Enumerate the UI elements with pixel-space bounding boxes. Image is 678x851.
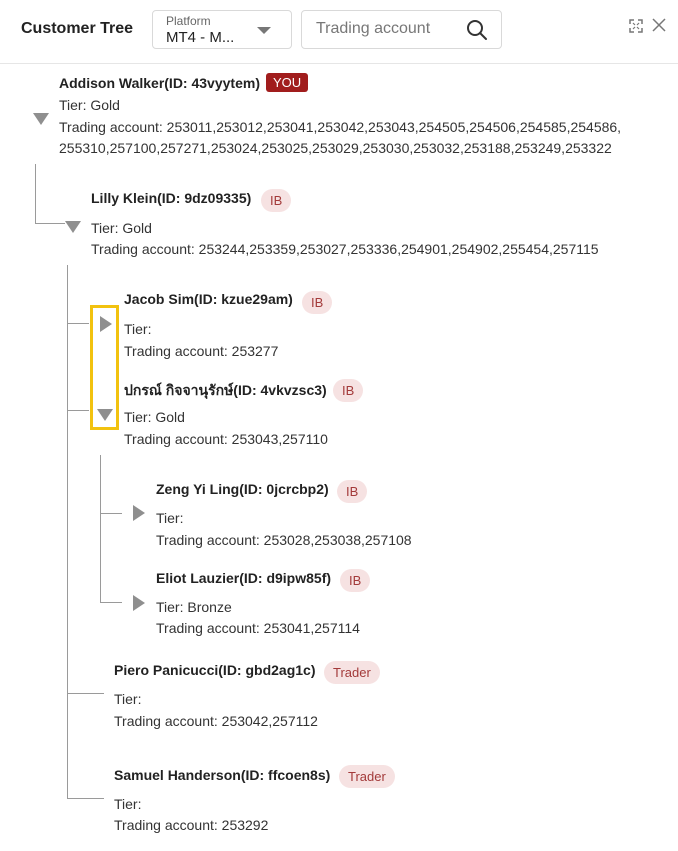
panel-title: Customer Tree	[21, 20, 134, 37]
node-tier: Tier: Gold	[59, 97, 120, 113]
node-trading-accounts: Trading account: 253292	[114, 817, 269, 833]
tree-connector	[67, 798, 104, 799]
node-trading-accounts: Trading account: 253011,253012,253041,25…	[59, 119, 622, 135]
node-tier: Tier: Gold	[124, 409, 185, 425]
search-input[interactable]	[302, 11, 466, 46]
panel-header: Customer Tree Platform MT4 - M...	[0, 0, 678, 64]
collapse-toggle-icon[interactable]	[33, 113, 49, 125]
tree-connector	[35, 164, 36, 223]
node-tier: Tier:	[114, 796, 142, 812]
node-name[interactable]: Zeng Yi Ling(ID: 0jcrcbp2)	[156, 481, 329, 497]
node-trading-accounts: 255310,257100,257271,253024,253025,25302…	[59, 140, 612, 156]
close-icon[interactable]	[652, 18, 666, 32]
node-trading-accounts: Trading account: 253042,257112	[114, 713, 318, 729]
platform-value: MT4 - M...	[166, 29, 235, 46]
tree-connector	[100, 602, 122, 603]
tree-connector	[67, 323, 89, 324]
collapse-toggle-icon[interactable]	[65, 221, 81, 233]
node-name[interactable]: Lilly Klein(ID: 9dz09335)	[91, 190, 251, 206]
role-badge: Trader	[339, 765, 395, 788]
node-trading-accounts: Trading account: 253043,257110	[124, 431, 328, 447]
node-tier: Tier: Bronze	[156, 599, 232, 615]
role-badge: IB	[337, 480, 368, 503]
role-badge: IB	[340, 569, 371, 592]
node-name[interactable]: Jacob Sim(ID: kzue29am)	[124, 291, 293, 307]
expand-icon[interactable]	[629, 19, 643, 33]
node-name[interactable]: Piero Panicucci(ID: gbd2ag1c)	[114, 662, 316, 678]
role-badge: IB	[333, 379, 364, 402]
tree-connector	[35, 223, 65, 224]
node-tier: Tier:	[114, 691, 142, 707]
tree-connector	[67, 410, 89, 411]
expand-toggle-icon[interactable]	[133, 595, 145, 611]
expand-toggle-icon[interactable]	[133, 505, 145, 521]
highlight-box	[90, 305, 119, 430]
node-name[interactable]: Eliot Lauzier(ID: d9ipw85f)	[156, 570, 331, 586]
platform-select[interactable]: Platform MT4 - M...	[152, 10, 292, 49]
role-badge: YOU	[266, 73, 309, 92]
node-trading-accounts: Trading account: 253041,257114	[156, 620, 360, 636]
node-tier: Tier:	[124, 321, 152, 337]
tree-connector	[100, 513, 122, 514]
node-trading-accounts: Trading account: 253244,253359,253027,25…	[91, 241, 599, 257]
tree-connector	[100, 455, 101, 602]
search-icon[interactable]	[466, 19, 488, 41]
node-name[interactable]: ปกรณ์ กิจจานุรักษ์(ID: 4vkvzsc3)	[124, 380, 327, 402]
platform-label: Platform	[166, 14, 211, 28]
tree-connector	[67, 693, 104, 694]
role-badge: IB	[261, 189, 292, 212]
node-name[interactable]: Samuel Handerson(ID: ffcoen8s)	[114, 767, 330, 783]
node-trading-accounts: Trading account: 253028,253038,257108	[156, 532, 412, 548]
search-box[interactable]	[301, 10, 502, 49]
role-badge: IB	[302, 291, 333, 314]
chevron-down-icon	[257, 27, 271, 34]
role-badge: Trader	[324, 661, 380, 684]
node-tier: Tier: Gold	[91, 220, 152, 236]
node-tier: Tier:	[156, 510, 184, 526]
node-trading-accounts: Trading account: 253277	[124, 343, 279, 359]
node-name[interactable]: Addison Walker(ID: 43vyytem)	[59, 75, 260, 91]
tree-connector	[67, 265, 68, 799]
